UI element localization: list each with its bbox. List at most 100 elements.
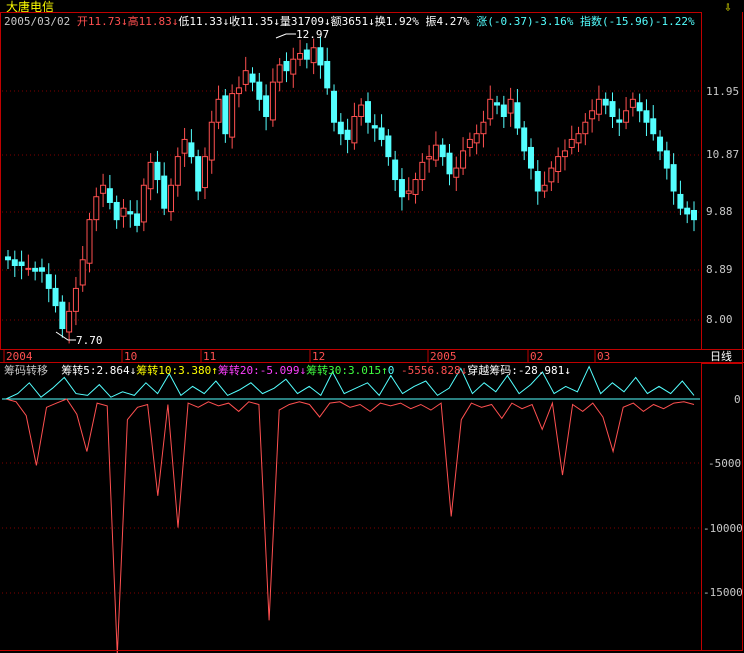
candle-body [541,184,548,192]
candle-body [507,98,514,114]
price-tick: 8.00 [706,313,733,326]
cross-label: 穿越筹码: [467,364,518,377]
candle-body [25,267,32,270]
candle-body [283,60,290,72]
candle-body [521,127,528,152]
candle-body [86,219,93,264]
indicator-tick: -5000 [708,457,742,470]
price-tick: 8.89 [706,263,733,276]
candle-body [181,138,188,154]
candle-body [636,102,643,112]
candle-body [534,171,541,192]
candle-body [453,167,460,178]
candle-body [527,146,534,169]
candle-body [487,98,494,120]
candle-body [358,104,365,118]
indicator-name[interactable]: 筹码转移 [4,364,48,377]
candle-body [100,184,107,194]
candle-body [582,121,589,135]
candle-body [269,81,276,121]
candle-body [500,104,507,118]
candle-body [378,127,385,140]
candle-body [677,193,684,209]
candle-body [364,101,371,123]
time-label: 2004 [6,350,33,363]
candle-body [514,102,521,129]
chart-frame [0,12,744,653]
candle-body [337,121,344,135]
s30-arrow: ↑ [381,364,388,377]
zero-value: 0 [387,364,395,377]
candle-body [52,287,59,307]
candle-body [561,150,568,158]
candle-body [188,142,195,158]
indicator-legend: 筹码转移 筹转5:2.864↓筹转10:3.380↑筹转20:-5.099↓筹转… [4,364,571,377]
candle-body [195,156,202,192]
candle-body [466,138,473,148]
indicator-tick: -15000 [703,586,743,599]
indicator-line-s5 [5,398,695,653]
candle-body [555,156,562,173]
time-label: 03 [597,350,611,363]
time-label: 12 [312,350,326,363]
candle-body [147,161,154,190]
candle-body [392,159,399,181]
candle-body [398,179,405,198]
min-price-leader [55,331,76,341]
indicator-tick: 0 [734,393,741,406]
period-button[interactable]: 日线 [710,350,732,363]
candle-body [235,87,242,95]
candle-body [548,167,555,183]
indicator-tick: -10000 [703,522,743,535]
candle-body [426,156,433,160]
min-price-label: 7.70 [76,334,103,347]
candle-body [324,60,331,89]
candle-body [432,144,439,161]
candle-body [385,135,392,158]
candle-body [616,119,623,123]
candle-body [45,274,52,289]
candle-body [575,133,582,144]
time-label: 02 [530,350,544,363]
max-price-leader [275,33,296,39]
candle-body [317,47,324,66]
candle-body [222,95,229,135]
candle-body [405,190,412,194]
candle-body [11,259,18,267]
candle-body [629,98,636,108]
candle-body [480,121,487,135]
candle-body [595,98,602,115]
candle-body [643,110,650,123]
candle-body [568,138,575,148]
s5-value: 2.864 [96,364,130,377]
candle-body [331,90,338,123]
candle-body [256,81,263,100]
candle-body [263,95,270,118]
candle-body [602,98,609,106]
candle-body [684,207,691,215]
candle-body [473,133,480,144]
s20-value: -5.099 [259,364,300,377]
candle-body [134,213,141,226]
candle-body [623,110,630,123]
s10-value: 3.380 [178,364,212,377]
price-panel-border [0,12,702,350]
candle-body [32,267,39,272]
candle-body [120,207,127,217]
candle-body [344,129,351,140]
candle-body [297,52,304,60]
candle-body [657,136,664,152]
candle-body [439,144,446,158]
candle-body [201,156,208,189]
candle-body [310,47,317,64]
candle-body [113,201,120,221]
candle-body [650,118,657,135]
candle-body [59,301,66,330]
candle-body [242,70,249,85]
candle-body [79,259,86,286]
candle-body [290,58,297,75]
candle-body [446,152,453,175]
candle-body [229,93,236,138]
s30-value: 3.015 [348,364,382,377]
candlestick-series [5,33,697,344]
